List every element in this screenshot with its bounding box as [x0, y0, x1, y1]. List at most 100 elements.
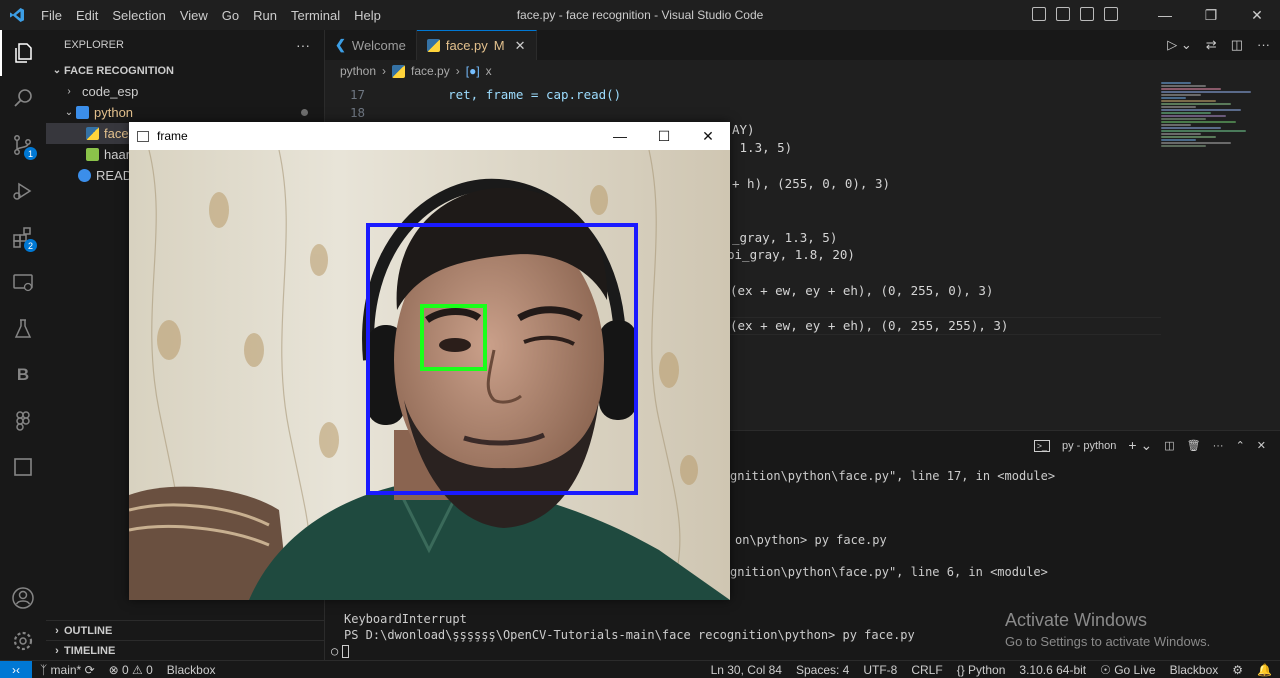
search-icon[interactable] — [0, 76, 46, 122]
tree-item-python[interactable]: ⌄ python — [46, 102, 324, 123]
close-tab-icon[interactable]: ✕ — [515, 38, 526, 54]
tree-item-label: haar — [104, 147, 131, 162]
menu-go[interactable]: Go — [215, 8, 246, 23]
terminal-line: gnition\python\face.py", line 17, in <mo… — [730, 469, 1056, 483]
vscode-tab-icon: ❮ — [335, 37, 346, 52]
menu-help[interactable]: Help — [347, 8, 388, 23]
notifications-bell-icon[interactable]: 🔔 — [1257, 663, 1272, 677]
copilot-icon[interactable]: ⚙ — [1232, 663, 1243, 677]
terminal-line: PS D:\dwonload\şşşşşş\OpenCV-Tutorials-m… — [344, 628, 915, 642]
menu-run[interactable]: Run — [246, 8, 284, 23]
chevron-right-icon: › — [455, 64, 460, 78]
more-actions-button[interactable]: ··· — [296, 37, 310, 53]
activity-bar: 1 2 B — [0, 30, 46, 660]
close-panel-icon[interactable]: ✕ — [1257, 439, 1266, 452]
close-icon[interactable]: ✕ — [686, 122, 730, 150]
split-terminal-icon[interactable]: ◫ — [1164, 439, 1174, 452]
remote-indicator-icon[interactable]: ›‹ — [0, 660, 32, 678]
menu-selection[interactable]: Selection — [105, 8, 172, 23]
chevron-down-icon: ⌄ — [64, 107, 74, 118]
terminal-line: on\python> py face.py — [735, 533, 887, 547]
toggle-secondary-sidebar-icon[interactable] — [1080, 7, 1094, 21]
new-terminal-icon[interactable]: + ⌄ — [1128, 437, 1152, 454]
modified-dot-icon — [301, 109, 308, 116]
explorer-title: EXPLORER — [64, 39, 124, 51]
timeline-section[interactable]: › TIMELINE — [46, 640, 325, 661]
python-file-icon — [426, 39, 440, 52]
figma-icon[interactable] — [0, 398, 46, 444]
square-view-icon[interactable] — [0, 444, 46, 490]
code-line: pi_gray, 1.8, 20) — [727, 247, 855, 262]
line-ending[interactable]: CRLF — [911, 663, 942, 677]
folder-open-icon — [76, 106, 89, 119]
settings-gear-icon[interactable] — [0, 618, 46, 664]
split-editor-icon[interactable]: ◫ — [1231, 37, 1243, 53]
minimap[interactable] — [1161, 82, 1266, 262]
tab-welcome[interactable]: ❮ Welcome — [325, 30, 417, 60]
chevron-right-icon: › — [67, 86, 71, 97]
tree-item-label: READ — [96, 168, 133, 183]
activate-windows-watermark: Activate Windows Go to Settings to activ… — [1005, 610, 1210, 649]
xml-file-icon — [86, 148, 99, 161]
menu-edit[interactable]: Edit — [69, 8, 105, 23]
branch-indicator[interactable]: ᛉ main* ⟳ — [40, 663, 95, 677]
explorer-header: EXPLORER ··· — [46, 30, 324, 60]
layout-controls — [1032, 7, 1118, 21]
maximize-icon[interactable]: ☐ — [642, 122, 686, 150]
encoding[interactable]: UTF-8 — [863, 663, 897, 677]
breadcrumb-face-py[interactable]: face.py — [411, 64, 450, 78]
restore-icon[interactable]: ❐ — [1188, 0, 1234, 30]
tree-item-label: code_esp — [82, 84, 139, 99]
tab-face-py[interactable]: face.py M ✕ — [416, 30, 537, 60]
explorer-icon[interactable] — [0, 30, 46, 76]
watermark-subtitle: Go to Settings to activate Windows. — [1005, 634, 1211, 649]
code-line: + h), (255, 0, 0), 3) — [732, 176, 891, 191]
run-python-icon[interactable]: ▷ ⌄ — [1167, 37, 1192, 53]
customize-layout-icon[interactable] — [1104, 7, 1118, 21]
account-icon[interactable] — [0, 575, 46, 621]
blackbox-status-left[interactable]: Blackbox — [167, 663, 216, 677]
remote-explorer-icon[interactable] — [0, 260, 46, 306]
indentation[interactable]: Spaces: 4 — [796, 663, 849, 677]
tree-item-label: python — [94, 105, 134, 120]
testing-flask-icon[interactable] — [0, 306, 46, 352]
menu-terminal[interactable]: Terminal — [284, 8, 347, 23]
close-icon[interactable]: ✕ — [1234, 0, 1280, 30]
maximize-panel-icon[interactable]: ⌃ — [1236, 439, 1245, 452]
toggle-sidebar-icon[interactable] — [1032, 7, 1046, 21]
cursor-position[interactable]: Ln 30, Col 84 — [711, 663, 782, 677]
compare-icon[interactable]: ⇄ — [1206, 37, 1217, 53]
breadcrumb-symbol-x[interactable]: x — [486, 64, 492, 78]
terminal-icon: >_ — [1033, 439, 1050, 452]
blackbox-icon[interactable]: B — [0, 352, 46, 398]
chevron-right-icon: › — [55, 645, 59, 657]
workspace-root[interactable]: ⌄ FACE RECOGNITION — [46, 60, 324, 81]
menu-file[interactable]: File — [34, 8, 69, 23]
python-interpreter[interactable]: 3.10.6 64-bit — [1019, 663, 1086, 677]
menu-view[interactable]: View — [173, 8, 215, 23]
terminal-toolbar: >_ py - python + ⌄ ◫ 🗑 ··· ⌃ ✕ — [1033, 437, 1266, 454]
breadcrumb-python[interactable]: python — [340, 64, 376, 78]
run-debug-icon[interactable] — [0, 168, 46, 214]
minimize-icon[interactable]: — — [598, 122, 642, 150]
go-live-button[interactable]: ☉ Go Live — [1100, 663, 1155, 677]
code-line: 1.3, 5) — [732, 140, 793, 155]
minimize-icon[interactable]: — — [1142, 0, 1188, 30]
more-actions-icon[interactable]: ··· — [1257, 37, 1270, 53]
terminal-name[interactable]: py - python — [1062, 440, 1116, 452]
extensions-icon[interactable]: 2 — [0, 214, 46, 260]
modified-indicator: M — [493, 38, 505, 53]
problems-indicator[interactable]: ⊗ 0 ⚠ 0 — [109, 663, 153, 677]
language-mode[interactable]: {} Python — [957, 663, 1006, 677]
frame-window-controls: — ☐ ✕ — [598, 122, 730, 150]
outline-section[interactable]: › OUTLINE — [46, 620, 325, 641]
toggle-panel-icon[interactable] — [1056, 7, 1070, 21]
workspace-root-label: FACE RECOGNITION — [64, 64, 175, 77]
chevron-right-icon: › — [55, 625, 59, 637]
source-control-icon[interactable]: 1 — [0, 122, 46, 168]
trash-icon[interactable]: 🗑 — [1187, 439, 1201, 452]
opencv-frame-window[interactable]: frame — ☐ ✕ — [129, 122, 730, 600]
blackbox-status-right[interactable]: Blackbox — [1170, 663, 1219, 677]
more-actions-icon[interactable]: ··· — [1213, 440, 1224, 452]
tree-item-code-esp[interactable]: › code_esp — [46, 81, 324, 102]
